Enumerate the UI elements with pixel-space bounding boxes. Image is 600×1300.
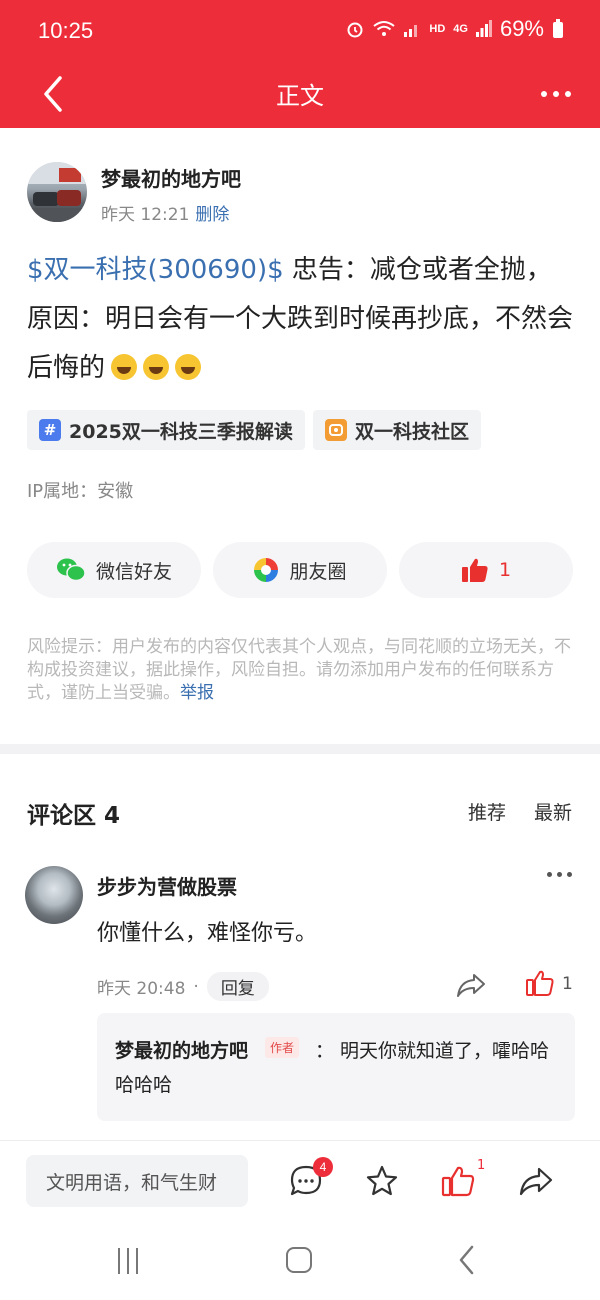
author-avatar[interactable]: [27, 162, 87, 222]
risk-text: 风险提示：用户发布的内容仅代表其个人观点，与同花顺的立场无关，不构成投资建议，据…: [27, 637, 571, 703]
reply-text: ： 明天你就知道了，嚯哈哈哈哈哈: [115, 1040, 550, 1096]
community-tag[interactable]: 双一科技社区: [313, 410, 482, 450]
reply-thread[interactable]: 梦最初的地方吧 作者 ： 明天你就知道了，嚯哈哈哈哈哈: [97, 1013, 575, 1121]
network-label: 4G: [453, 23, 468, 35]
dot: [565, 91, 571, 97]
post-author-name[interactable]: 梦最初的地方吧: [101, 163, 241, 192]
post-like-button[interactable]: 1: [399, 542, 573, 598]
hd-label: HD: [429, 23, 446, 35]
share-comment-icon[interactable]: [455, 970, 487, 1000]
section-divider: [0, 744, 600, 754]
commenter-avatar[interactable]: [25, 866, 83, 924]
community-tag-label: 双一科技社区: [355, 420, 470, 443]
topic-tag[interactable]: # 2025双一科技三季报解读: [27, 410, 305, 450]
comment-like-icon[interactable]: [525, 968, 555, 998]
crying-laughing-emoji-icon: [111, 354, 138, 380]
dot: [557, 872, 562, 877]
battery-percent: 69%: [499, 16, 544, 41]
recent-apps-button[interactable]: [118, 1248, 146, 1274]
share-moments-button[interactable]: 朋友圈: [213, 542, 387, 598]
comment-more-button[interactable]: [547, 872, 572, 877]
battery-icon: [553, 19, 563, 38]
signal-strength-icon: [475, 20, 492, 37]
dot: [567, 872, 572, 877]
share-moments-label: 朋友圈: [289, 560, 347, 583]
share-icon[interactable]: [518, 1163, 554, 1199]
comment-input[interactable]: 文明用语，和气生财: [26, 1155, 248, 1207]
wifi-icon: [373, 21, 395, 36]
hashtag-icon: #: [39, 419, 61, 441]
dot: [541, 91, 547, 97]
dot: [547, 872, 552, 877]
community-icon: [325, 419, 347, 441]
dot: [553, 91, 559, 97]
crying-laughing-emoji-icon: [175, 354, 202, 380]
status-icons: HD 4G 69%: [345, 16, 564, 42]
post-time: 昨天 12:21: [101, 205, 190, 225]
meta-separator: ·: [193, 976, 199, 997]
report-link[interactable]: 举报: [180, 683, 214, 703]
signal-icon: [404, 25, 418, 37]
star-icon[interactable]: [364, 1163, 400, 1199]
avatar-image: [27, 162, 87, 222]
post-content: $双一科技(300690)$ 忠告：减仓或者全抛，原因：明日会有一个大跌到时候再…: [27, 246, 577, 393]
home-button[interactable]: [286, 1247, 312, 1273]
top-nav-bar: 正文: [0, 62, 600, 128]
reply-button[interactable]: 回复: [206, 972, 269, 1001]
comment-time: 昨天 20:48: [97, 979, 186, 999]
post-meta: 昨天 12:21 删除: [101, 200, 229, 225]
comment-meta: 昨天 20:48 · 回复: [97, 972, 269, 1001]
share-wechat-label: 微信好友: [95, 560, 172, 583]
crying-laughing-emoji-icon: [143, 354, 170, 380]
share-wechat-button[interactable]: 微信好友: [27, 542, 201, 598]
more-options-button[interactable]: [534, 74, 578, 114]
stock-link[interactable]: $双一科技(300690)$: [27, 255, 284, 285]
bar: [127, 1248, 129, 1274]
moments-icon: [254, 558, 279, 582]
delete-link[interactable]: 删除: [195, 205, 229, 225]
system-nav-bar: [0, 1226, 600, 1300]
comment-author[interactable]: 步步为营做股票: [97, 871, 237, 900]
thumbs-up-icon: [461, 558, 488, 582]
comments-title: 评论区 4: [27, 803, 121, 829]
ip-location: IP属地：安徽: [27, 481, 134, 502]
sort-latest-tab[interactable]: 最新: [534, 798, 572, 825]
page-title: 正文: [276, 82, 324, 110]
status-bar: 10:25 HD 4G 69%: [0, 0, 600, 62]
sort-recommend-tab[interactable]: 推荐: [468, 798, 506, 825]
comment-count-badge: 4: [313, 1157, 333, 1177]
status-time: 10:25: [38, 18, 94, 43]
topic-tag-label: 2025双一科技三季报解读: [69, 420, 293, 443]
system-back-icon[interactable]: [455, 1244, 479, 1276]
like-icon[interactable]: [440, 1163, 476, 1199]
bottom-action-bar: 文明用语，和气生财 4 1: [0, 1140, 600, 1226]
comment-like-count: 1: [562, 974, 573, 994]
alarm-icon: [347, 22, 363, 38]
bar: [136, 1248, 138, 1274]
risk-notice: 风险提示：用户发布的内容仅代表其个人观点，与同花顺的立场无关，不构成投资建议，据…: [27, 636, 577, 705]
post-like-count: 1: [498, 559, 512, 581]
bar: [118, 1248, 120, 1274]
comment-text: 你懂什么，难怪你亏。: [97, 921, 318, 946]
wechat-icon: [56, 558, 86, 582]
like-count-superscript: 1: [477, 1158, 486, 1173]
